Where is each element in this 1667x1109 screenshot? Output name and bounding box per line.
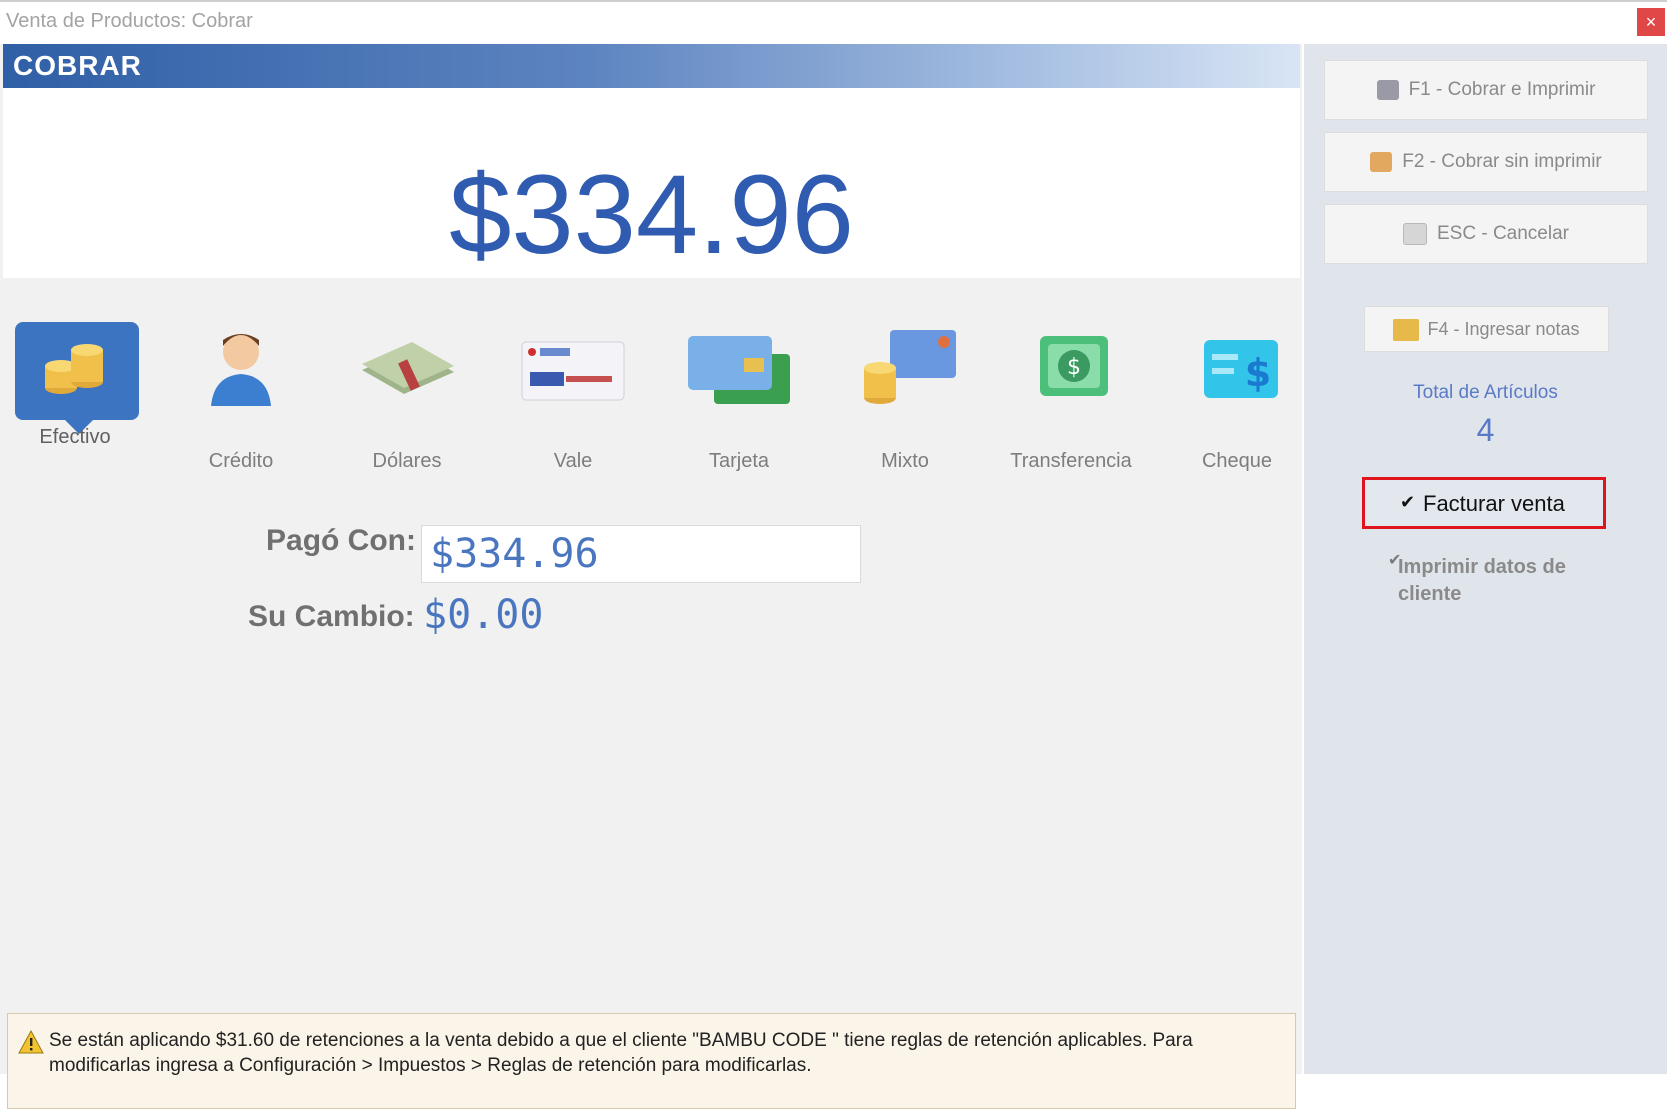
invoice-sale-label: Facturar venta bbox=[1423, 491, 1565, 516]
printer-icon bbox=[1376, 79, 1399, 100]
change-label: Su Cambio: bbox=[248, 600, 415, 633]
print-customer-data-label: Imprimir datos de cliente bbox=[1398, 556, 1566, 605]
escape-key-icon bbox=[1403, 222, 1427, 245]
paid-with-label: Pagó Con: bbox=[266, 524, 416, 557]
button-label: F2 - Cobrar sin imprimir bbox=[1402, 151, 1602, 172]
method-label: Tarjeta bbox=[708, 450, 770, 472]
method-label: Efectivo bbox=[39, 426, 111, 448]
cancel-button[interactable]: ESC - Cancelar bbox=[1324, 204, 1648, 264]
paid-with-input[interactable]: $334.96 bbox=[421, 525, 861, 583]
print-customer-data-checkbox[interactable]: ✔ Imprimir datos de cliente bbox=[1388, 552, 1598, 608]
method-efectivo[interactable]: Efectivo bbox=[0, 274, 150, 474]
customer-credit-icon bbox=[186, 310, 296, 420]
charge-and-print-button[interactable]: F1 - Cobrar e Imprimir bbox=[1324, 60, 1648, 120]
method-cheque[interactable]: $ Cheque bbox=[1162, 274, 1312, 474]
main-panel: COBRAR $334.96 Efectivo Crédito Dólares … bbox=[0, 44, 1302, 1109]
payment-methods: Efectivo Crédito Dólares Vale Tarjeta Mi… bbox=[0, 274, 1302, 474]
method-label: Transferencia bbox=[1010, 450, 1132, 472]
action-sidebar: F1 - Cobrar e Imprimir F2 - Cobrar sin i… bbox=[1304, 44, 1667, 1074]
button-label: F1 - Cobrar e Imprimir bbox=[1408, 79, 1596, 100]
method-label: Mixto bbox=[881, 450, 929, 472]
voucher-icon bbox=[518, 310, 628, 420]
card-icon bbox=[684, 310, 794, 420]
method-label: Dólares bbox=[372, 450, 442, 472]
mixed-payment-icon bbox=[850, 310, 960, 420]
notes-icon bbox=[1393, 319, 1420, 342]
invoice-sale-checkbox[interactable]: ✔ Facturar venta bbox=[1362, 477, 1606, 529]
svg-text:$: $ bbox=[1245, 351, 1271, 395]
total-items-label: Total de Artículos bbox=[1413, 382, 1558, 403]
hand-icon bbox=[1370, 151, 1393, 172]
method-credito[interactable]: Crédito bbox=[166, 274, 316, 474]
method-label: Crédito bbox=[208, 450, 274, 472]
check-icon: $ bbox=[1182, 310, 1292, 420]
notes-button[interactable]: F4 - Ingresar notas bbox=[1364, 306, 1609, 352]
button-label: ESC - Cancelar bbox=[1437, 223, 1569, 244]
dollar-bills-icon bbox=[352, 310, 462, 420]
title-bar: Venta de Productos: Cobrar × bbox=[0, 0, 1667, 44]
warning-text: Se están aplicando $31.60 de retenciones… bbox=[49, 1030, 1193, 1076]
method-label: Cheque bbox=[1201, 450, 1273, 472]
checkmark-icon: ✔ bbox=[1388, 552, 1402, 569]
svg-text:$: $ bbox=[1067, 355, 1081, 380]
method-label: Vale bbox=[553, 450, 593, 472]
close-button[interactable]: × bbox=[1637, 8, 1665, 36]
button-label: F4 - Ingresar notas bbox=[1427, 319, 1580, 339]
method-vale[interactable]: Vale bbox=[498, 274, 648, 474]
method-mixto[interactable]: Mixto bbox=[830, 274, 980, 474]
warning-icon bbox=[18, 1029, 44, 1054]
charge-no-print-button[interactable]: F2 - Cobrar sin imprimir bbox=[1324, 132, 1648, 192]
retention-warning: Se están aplicando $31.60 de retenciones… bbox=[7, 1013, 1296, 1109]
method-transferencia[interactable]: $ Transferencia bbox=[996, 274, 1146, 474]
checkmark-icon: ✔ bbox=[1400, 492, 1416, 512]
amount-area: $334.96 bbox=[3, 88, 1300, 278]
section-title: COBRAR bbox=[13, 50, 142, 81]
method-dolares[interactable]: Dólares bbox=[332, 274, 482, 474]
total-amount: $334.96 bbox=[449, 152, 854, 277]
change-value: $0.00 bbox=[423, 592, 544, 638]
total-items-value: 4 bbox=[1476, 412, 1495, 448]
transfer-icon: $ bbox=[1016, 310, 1126, 420]
window-title: Venta de Productos: Cobrar bbox=[6, 10, 253, 32]
section-header: COBRAR bbox=[3, 44, 1300, 88]
method-tarjeta[interactable]: Tarjeta bbox=[664, 274, 814, 474]
cash-coins-icon bbox=[15, 322, 139, 434]
